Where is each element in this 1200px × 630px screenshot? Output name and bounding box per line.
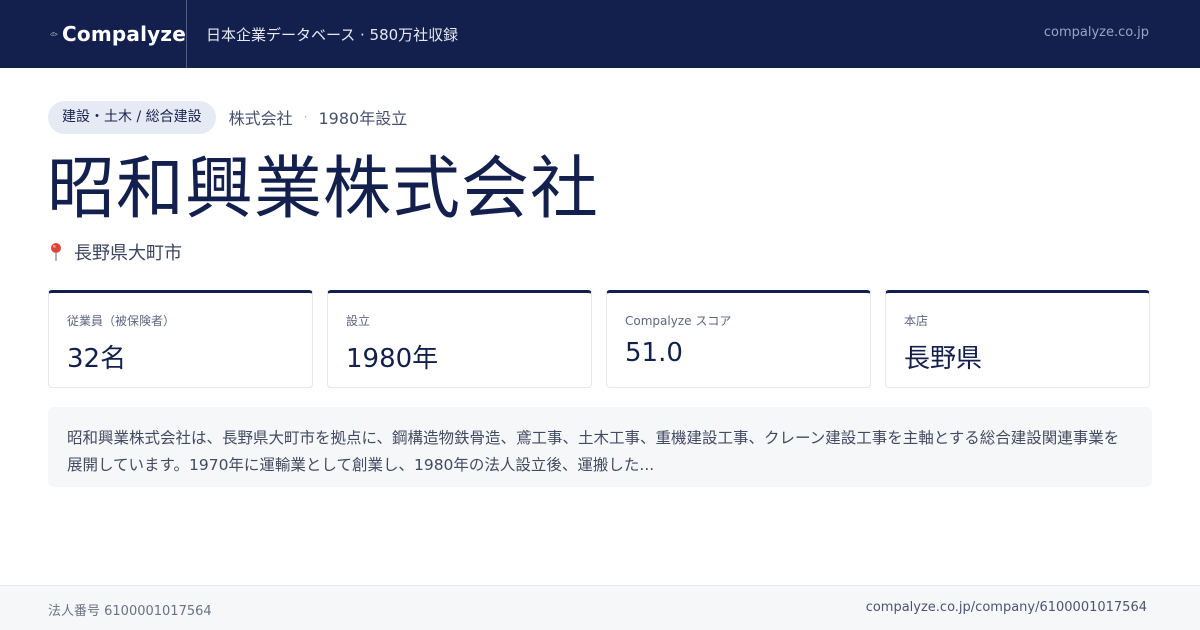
bird-logo-icon	[50, 32, 58, 36]
brand-name: Compalyze	[62, 22, 186, 46]
stat-card-score: Compalyze スコア 51.0	[606, 290, 871, 388]
stat-label: Compalyze スコア	[625, 314, 732, 328]
company-location: 長野県大町市	[48, 238, 182, 266]
site-tagline: 日本企業データベース · 580万社収録	[206, 25, 459, 44]
meta-separator: ·	[303, 110, 308, 124]
top-header: Compalyze 日本企業データベース · 580万社収録 compalyze…	[0, 0, 1200, 68]
stat-label: 設立	[346, 314, 371, 328]
stat-value: 32名	[67, 344, 127, 374]
industry-badge[interactable]: 建設・土木 / 総合建設	[48, 100, 216, 134]
brand-logo[interactable]: Compalyze	[0, 0, 186, 68]
founded-year: 1980年設立	[318, 109, 408, 128]
map-pin-icon	[51, 243, 61, 261]
location-text: 長野県大町市	[74, 243, 182, 264]
stat-label: 従業員（被保険者）	[67, 314, 176, 328]
footer-bar: 法人番号 6100001017564 compalyze.co.jp/compa…	[0, 585, 1200, 630]
company-description: 昭和興業株式会社は、長野県大町市を拠点に、鋼構造物鉄骨造、鳶工事、土木工事、重機…	[48, 407, 1152, 487]
stat-card-head-office: 本店 長野県	[885, 290, 1150, 388]
company-meta-row: 建設・土木 / 総合建設 株式会社 · 1980年設立	[48, 100, 407, 134]
company-type: 株式会社	[228, 109, 293, 128]
company-page-url[interactable]: compalyze.co.jp/company/6100001017564	[866, 600, 1147, 615]
company-name: 昭和興業株式会社	[47, 150, 600, 229]
stat-value: 51.0	[625, 338, 683, 368]
stat-label: 本店	[904, 314, 929, 328]
stat-card-employees: 従業員（被保険者） 32名	[48, 290, 313, 388]
stat-value: 長野県	[904, 344, 983, 374]
stat-value: 1980年	[346, 344, 439, 374]
stat-card-founded: 設立 1980年	[327, 290, 592, 388]
corporate-number: 法人番号 6100001017564	[48, 604, 212, 619]
site-domain-link[interactable]: compalyze.co.jp	[1044, 25, 1149, 40]
